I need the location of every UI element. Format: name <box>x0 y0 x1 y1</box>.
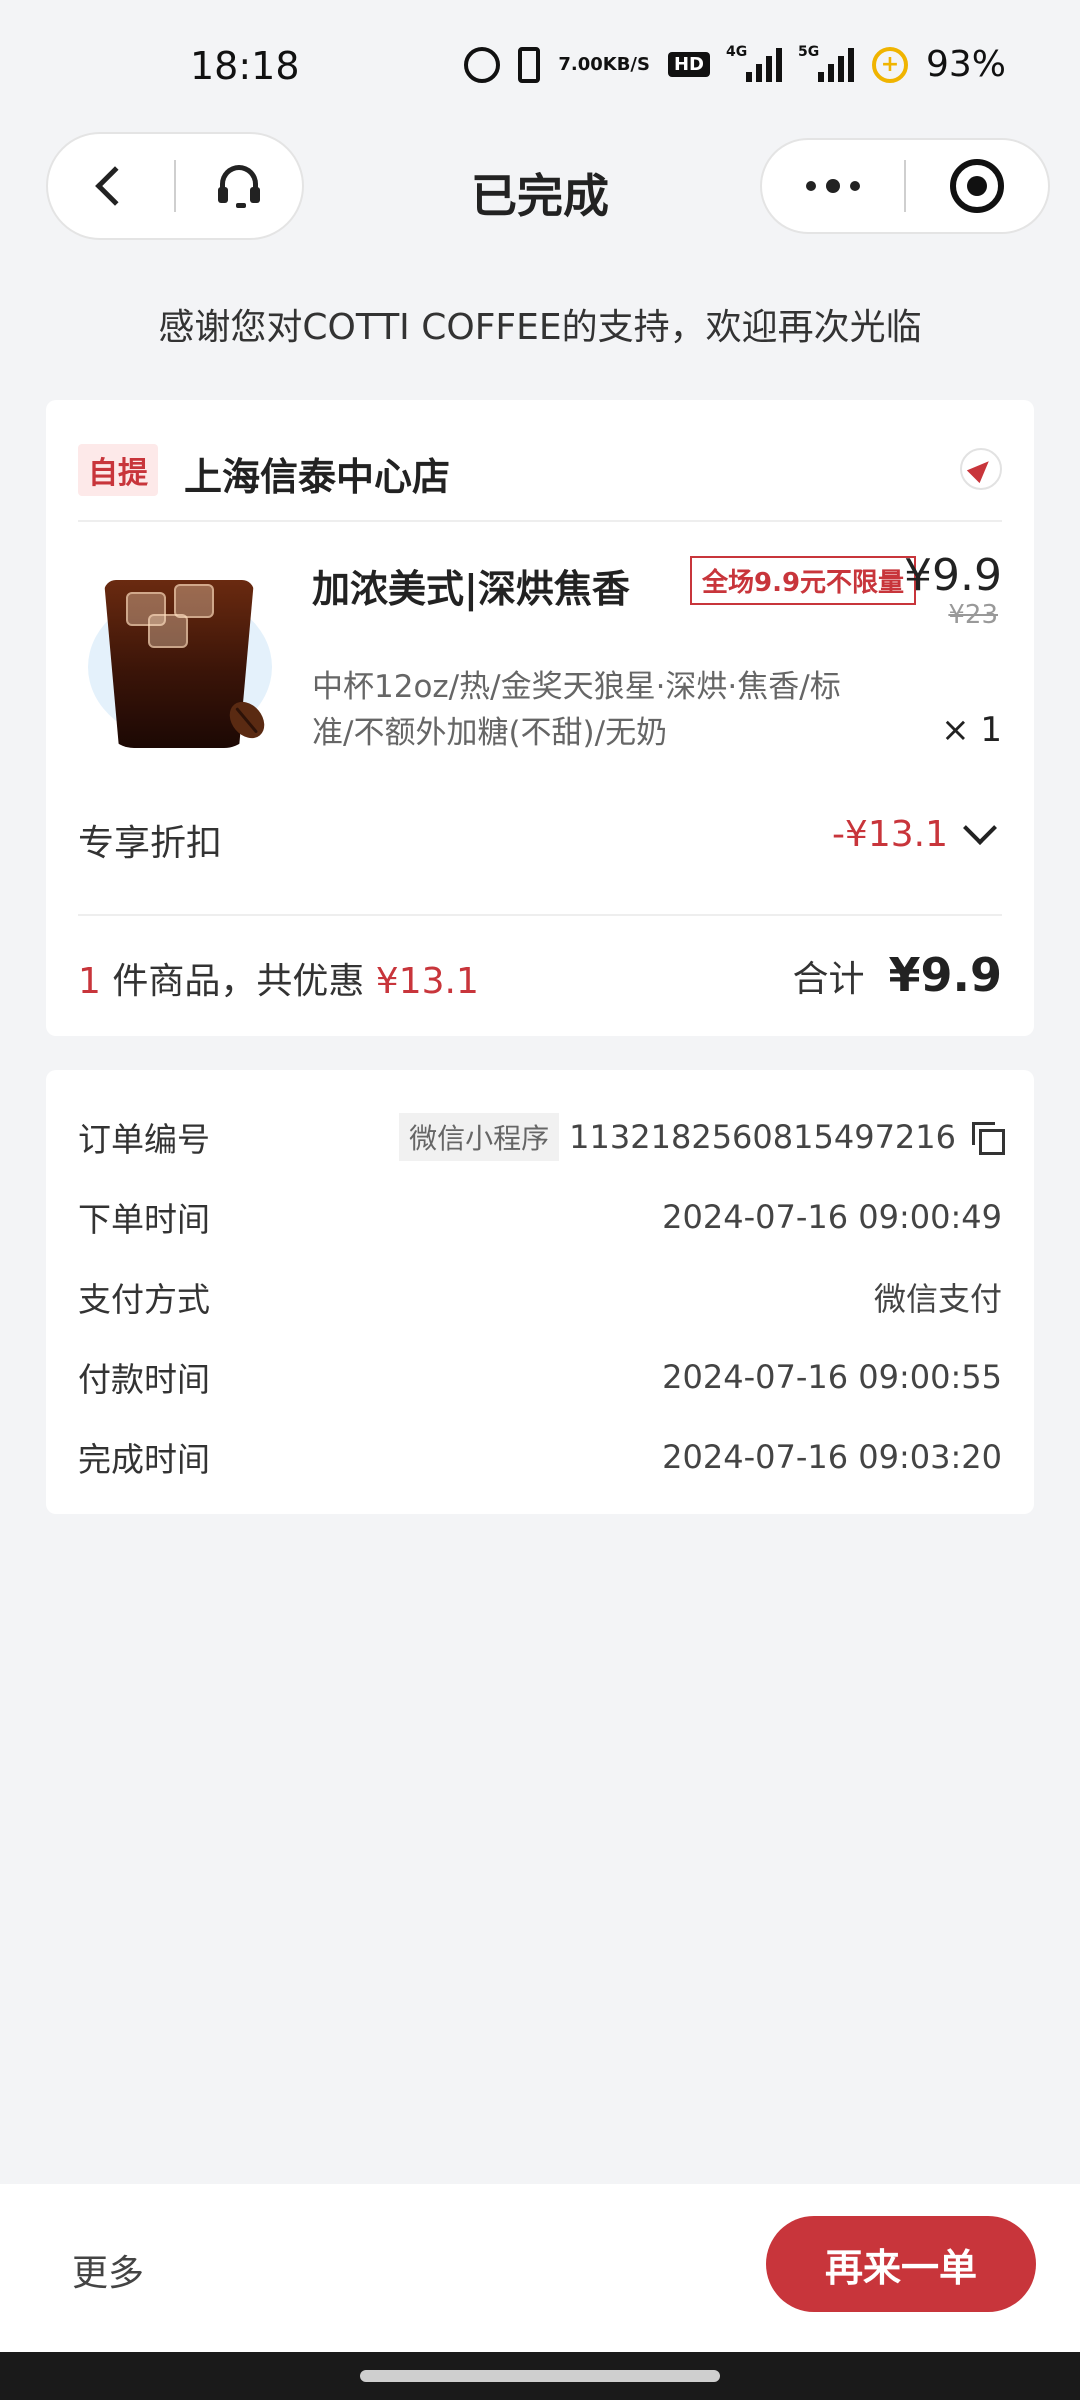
total-value: ¥9.9 <box>888 948 1003 1002</box>
net-speed: 7.00 KB/S <box>558 53 650 75</box>
store-name: 上海信泰中心店 <box>184 455 451 499</box>
signal-5g-label: 5G <box>797 43 820 60</box>
product-image <box>82 552 282 752</box>
copy-icon[interactable] <box>972 1122 1005 1155</box>
wechat-miniprogram-tag: 微信小程序 <box>399 1113 560 1161</box>
reorder-button[interactable]: 再来一单 <box>766 2216 1036 2312</box>
pay-method: 微信支付 <box>873 1280 1002 1318</box>
saved-amount: ¥13.1 <box>375 961 479 1002</box>
store-navigation-button[interactable] <box>960 448 1002 490</box>
order-number-label: 订单编号 <box>78 1120 210 1159</box>
product-spec: 中杯12oz/热/金奖天狼星·深烘·焦香/标准/不额外加糖(不甜)/无奶 <box>312 669 841 751</box>
more-button[interactable]: 更多 <box>72 2244 144 2296</box>
signal-4g-icon: 4G <box>726 44 782 82</box>
divider <box>78 914 1002 916</box>
signal-5g-icon: 5G <box>798 44 854 82</box>
status-icons: 7.00 KB/S HD 4G 5G + 93% <box>464 44 1006 85</box>
alarm-icon <box>464 46 501 83</box>
complete-time-row: 完成时间 2024-07-16 09:03:20 <box>78 1432 1002 1482</box>
net-speed-unit: KB/S <box>602 53 650 75</box>
battery-percent: 93% <box>925 44 1006 85</box>
order-info-card: 订单编号 微信小程序 1132182560815497216 下单时间 2024… <box>46 1070 1034 1514</box>
product-name: 加浓美式|深烘焦香 <box>312 567 630 611</box>
item-count-text: 件商品，共优惠 <box>100 961 376 1002</box>
order-card: 自提 上海信泰中心店 加浓美式|深烘焦香 全场9.9元不限量 ¥9.9 ¥23 … <box>46 400 1034 1036</box>
status-time: 18:18 <box>190 44 300 88</box>
hd-icon: HD <box>667 52 710 77</box>
divider <box>78 520 1002 522</box>
system-nav-bar <box>0 2352 1080 2400</box>
status-bar: 18:18 7.00 KB/S HD 4G 5G + 93% <box>0 0 1080 130</box>
order-summary: 1 件商品，共优惠 ¥13.1 <box>78 952 479 1004</box>
order-number-row: 订单编号 微信小程序 1132182560815497216 <box>78 1112 1005 1162</box>
location-arrow-icon <box>966 454 996 484</box>
chevron-down-icon[interactable] <box>963 811 997 845</box>
order-number: 1132182560815497216 <box>569 1118 956 1156</box>
signal-4g-label: 4G <box>725 43 748 60</box>
nav-header: 已完成 <box>0 130 1080 250</box>
more-menu-button[interactable] <box>762 140 904 232</box>
pay-method-label: 支付方式 <box>78 1280 210 1319</box>
order-total: 合计 ¥9.9 <box>792 948 1002 1002</box>
item-count: 1 <box>78 961 101 1002</box>
order-time: 2024-07-16 09:00:49 <box>662 1198 1002 1236</box>
pay-time-label: 付款时间 <box>78 1360 210 1399</box>
complete-time-label: 完成时间 <box>78 1440 210 1479</box>
discount-label: 专享折扣 <box>78 823 223 864</box>
close-target-icon <box>949 159 1004 213</box>
complete-time: 2024-07-16 09:03:20 <box>662 1438 1002 1476</box>
vibrate-icon <box>518 46 541 83</box>
thanks-message: 感谢您对COTTI COFFEE的支持，欢迎再次光临 <box>158 307 922 348</box>
product-quantity: × 1 <box>941 710 1002 750</box>
product-original-price: ¥23 <box>948 600 998 630</box>
more-dots-icon <box>806 179 860 193</box>
total-label: 合计 <box>792 959 865 1000</box>
discount-value[interactable]: -¥13.1 <box>832 814 948 855</box>
order-time-label: 下单时间 <box>78 1200 210 1239</box>
home-indicator[interactable] <box>360 2370 720 2382</box>
promo-tag: 全场9.9元不限量 <box>690 556 917 605</box>
order-number-value: 微信小程序 1132182560815497216 <box>399 1113 1005 1161</box>
order-detail-page: 18:18 7.00 KB/S HD 4G 5G + 93% 已完成 感谢您对C… <box>0 0 1080 2400</box>
pickup-tag: 自提 <box>78 444 158 496</box>
miniprogram-capsule <box>760 138 1050 234</box>
battery-saver-icon: + <box>871 46 908 83</box>
net-speed-value: 7.00 <box>558 53 603 75</box>
product-price: ¥9.9 <box>904 550 1002 601</box>
close-miniprogram-button[interactable] <box>906 140 1048 232</box>
pay-method-row: 支付方式 微信支付 <box>78 1272 1002 1322</box>
pay-time-row: 付款时间 2024-07-16 09:00:55 <box>78 1352 1002 1402</box>
pay-time: 2024-07-16 09:00:55 <box>662 1358 1002 1396</box>
order-time-row: 下单时间 2024-07-16 09:00:49 <box>78 1192 1002 1242</box>
bottom-action-bar: 更多 再来一单 <box>0 2184 1080 2352</box>
